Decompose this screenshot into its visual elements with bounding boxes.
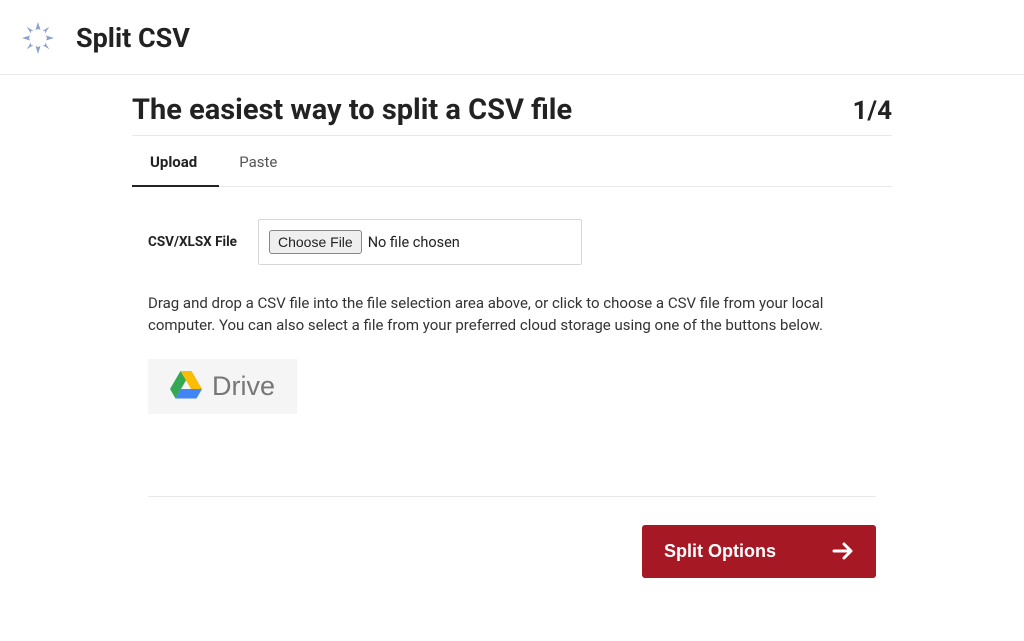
file-input-label: CSV/XLSX File <box>148 234 240 250</box>
tab-paste[interactable]: Paste <box>219 138 299 187</box>
file-input[interactable]: Choose File No file chosen <box>258 219 582 265</box>
main-content: The easiest way to split a CSV file 1/4 … <box>132 75 892 578</box>
tab-label: Upload <box>150 153 197 171</box>
logo-snowflake-icon <box>20 20 56 56</box>
page-heading: The easiest way to split a CSV file <box>132 93 572 127</box>
split-options-button[interactable]: Split Options <box>642 525 876 578</box>
google-drive-button[interactable]: Drive <box>148 359 297 414</box>
tab-upload[interactable]: Upload <box>132 138 219 187</box>
arrow-right-icon <box>832 542 854 560</box>
app-title: Split CSV <box>76 22 190 54</box>
help-text: Drag and drop a CSV file into the file s… <box>148 293 876 337</box>
tab-label: Paste <box>239 153 277 171</box>
step-indicator: 1/4 <box>853 96 892 126</box>
heading-row: The easiest way to split a CSV file 1/4 <box>132 93 892 136</box>
file-input-row: CSV/XLSX File Choose File No file chosen <box>148 219 876 265</box>
google-drive-label: Drive <box>212 371 275 402</box>
google-drive-icon <box>170 371 202 402</box>
app-header: Split CSV <box>0 0 1024 75</box>
tabs: Upload Paste <box>132 138 892 187</box>
no-file-chosen-text: No file chosen <box>368 234 460 251</box>
choose-file-button[interactable]: Choose File <box>269 230 362 254</box>
footer-actions: Split Options <box>148 496 876 578</box>
split-options-label: Split Options <box>664 541 776 562</box>
form-area: CSV/XLSX File Choose File No file chosen… <box>132 187 892 578</box>
